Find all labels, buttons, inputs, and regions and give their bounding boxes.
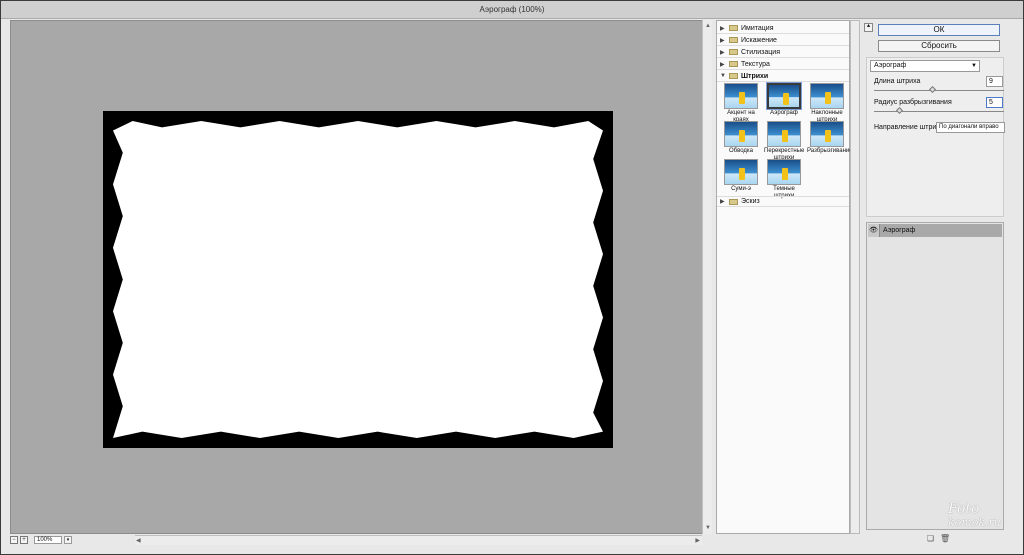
- stroke-length-label: Длина штриха: [874, 78, 921, 85]
- expand-triangle-icon[interactable]: ▶: [720, 37, 726, 44]
- collapse-gallery-icon[interactable]: ⯅: [864, 23, 873, 32]
- filter-preview-image: [810, 121, 844, 147]
- spray-radius-slider[interactable]: [874, 106, 1004, 115]
- watermark-line2: komok.ru: [948, 516, 1001, 529]
- folder-icon: [729, 25, 738, 31]
- folder-texture[interactable]: ▶ Текстура: [717, 59, 849, 70]
- filter-preview-image: [724, 121, 758, 147]
- folder-open-icon: [729, 73, 738, 79]
- expand-triangle-icon[interactable]: ▶: [720, 49, 726, 56]
- filter-thumb-accented-edges[interactable]: Акцент на краях: [721, 83, 761, 124]
- folder-icon: [729, 37, 738, 43]
- stroke-length-slider[interactable]: [874, 85, 1004, 94]
- filter-thumb-sumi-e[interactable]: Суми-э: [721, 159, 761, 193]
- folder-label: Имитация: [741, 24, 774, 32]
- stroke-length-input[interactable]: 9: [986, 76, 1003, 87]
- new-effect-layer-icon[interactable]: ❏: [926, 534, 935, 543]
- zoom-field[interactable]: 100%: [34, 536, 62, 544]
- folder-brush-strokes[interactable]: ▼ Штрихи: [717, 71, 849, 82]
- folder-label: Текстура: [741, 60, 770, 68]
- filter-thumb-crosshatch[interactable]: Перекрестные штрихи: [764, 121, 804, 162]
- filter-preview-image: [767, 159, 801, 185]
- preview-image: [113, 121, 603, 438]
- filter-preview-image: [767, 121, 801, 147]
- zoom-out-button[interactable]: −: [10, 536, 18, 544]
- folder-label: Искажение: [741, 36, 777, 44]
- window-title: Аэрограф (100%): [1, 1, 1023, 19]
- scroll-right-arrow-icon[interactable]: ▶: [695, 537, 700, 544]
- effect-layers-panel: [866, 222, 1004, 530]
- scroll-up-arrow-icon[interactable]: ▲: [704, 22, 712, 30]
- preview-canvas[interactable]: [10, 20, 712, 534]
- watermark-line1: Foto: [948, 501, 980, 517]
- filter-category-panel: ▶ Имитация ▶ Искажение ▶ Стилизация ▶ Те…: [716, 20, 853, 534]
- zoom-bar: − + 100% ▾: [10, 535, 135, 545]
- expand-triangle-icon[interactable]: ▶: [720, 25, 726, 32]
- ok-button[interactable]: ОК: [878, 24, 1000, 36]
- zoom-in-button[interactable]: +: [20, 536, 28, 544]
- filter-select[interactable]: Аэрограф ▼: [870, 60, 980, 72]
- filter-panel-scrollbar[interactable]: [850, 20, 860, 534]
- expand-triangle-icon[interactable]: ▶: [720, 198, 726, 205]
- expand-triangle-icon[interactable]: ▶: [720, 61, 726, 68]
- preview-image-border: [103, 111, 613, 448]
- zoom-dropdown-icon[interactable]: ▾: [64, 536, 72, 544]
- watermark-logo: Foto komok.ru: [948, 502, 1018, 550]
- filter-preview-image: [724, 83, 758, 109]
- preview-vertical-scrollbar[interactable]: ▲ ▼: [702, 20, 712, 534]
- folder-icon: [729, 49, 738, 55]
- filter-thumb-label: Аэрограф: [770, 110, 798, 116]
- folder-label: Эскиз: [741, 198, 760, 205]
- scroll-down-arrow-icon[interactable]: ▼: [704, 524, 712, 532]
- stroke-direction-select[interactable]: По диагонали вправо: [936, 122, 1005, 133]
- folder-distort[interactable]: ▶ Искажение: [717, 35, 849, 46]
- scroll-left-arrow-icon[interactable]: ◀: [136, 537, 141, 544]
- folder-label: Штрихи: [741, 72, 769, 80]
- filter-thumb-label: Суми-э: [731, 186, 751, 192]
- filter-select-value: Аэрограф: [874, 62, 907, 69]
- filter-preview-image: [810, 83, 844, 109]
- collapse-triangle-icon[interactable]: ▼: [720, 73, 726, 79]
- folder-icon: [729, 198, 738, 205]
- folder-imitation[interactable]: ▶ Имитация: [717, 23, 849, 34]
- folder-sketch[interactable]: ▶ Эскиз: [717, 196, 849, 207]
- effect-layer-row[interactable]: 👁 Аэрограф: [868, 224, 1002, 237]
- filter-thumb-spatter[interactable]: Разбрызгивание: [807, 121, 853, 155]
- preview-horizontal-scrollbar[interactable]: ◀ ▶: [135, 535, 702, 545]
- filter-thumb-dark-strokes[interactable]: Темные штрихи: [764, 159, 804, 200]
- folder-label: Стилизация: [741, 48, 780, 56]
- reset-button[interactable]: Сбросить: [878, 40, 1000, 52]
- filter-thumb-angled-strokes[interactable]: Наклонные штрихи: [807, 83, 847, 124]
- filter-thumb-ink-outlines[interactable]: Обводка: [721, 121, 761, 155]
- filter-preview-image: [766, 82, 802, 110]
- effect-layer-name: Аэрограф: [883, 227, 916, 234]
- filter-thumb-airbrush[interactable]: Аэрограф: [764, 82, 804, 117]
- spray-radius-input[interactable]: 5: [986, 97, 1003, 108]
- filter-preview-image: [724, 159, 758, 185]
- folder-stylize[interactable]: ▶ Стилизация: [717, 47, 849, 58]
- chevron-down-icon: ▼: [971, 63, 977, 69]
- filter-thumb-label: Обводка: [728, 148, 754, 154]
- spray-radius-label: Радиус разбрызгивания: [874, 99, 952, 106]
- eye-icon[interactable]: 👁: [868, 224, 880, 237]
- folder-icon: [729, 61, 738, 67]
- filter-thumb-label: Разбрызгивание: [807, 148, 853, 154]
